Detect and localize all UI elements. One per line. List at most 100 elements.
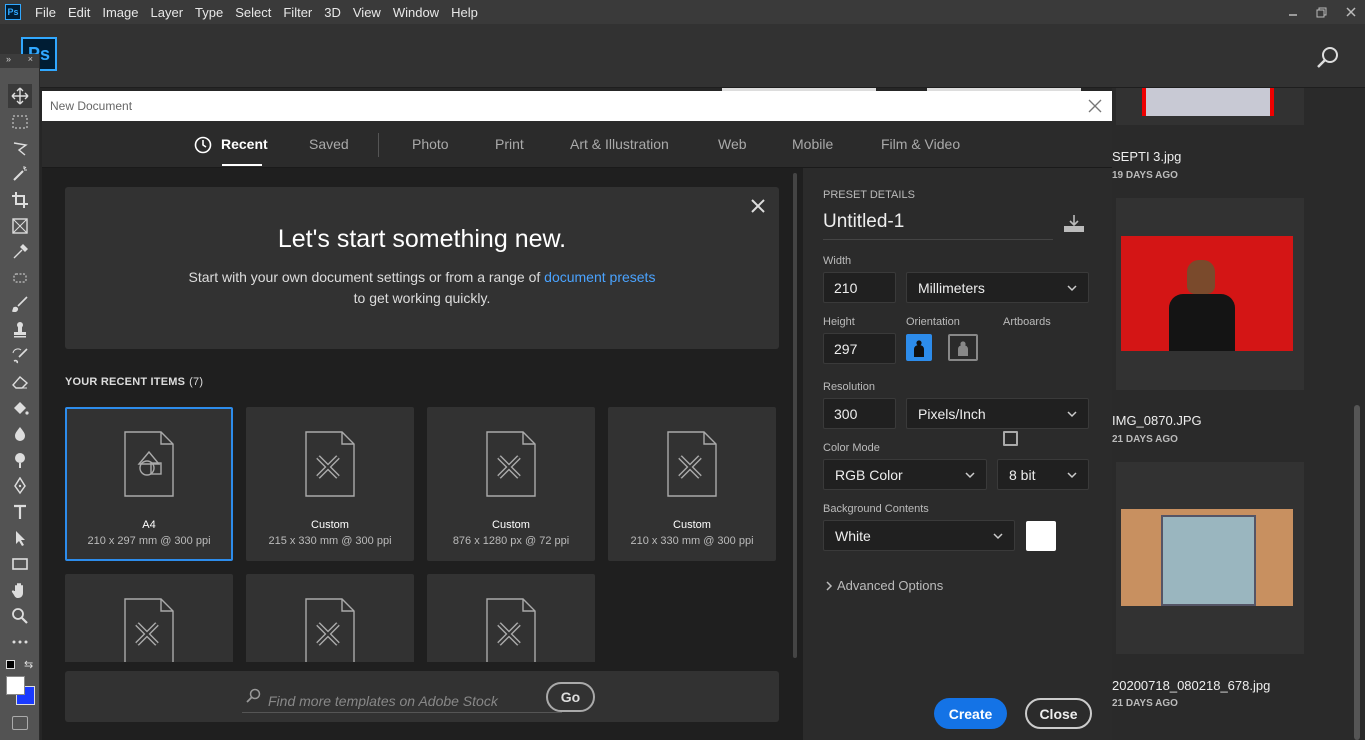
history-brush-tool-icon[interactable] bbox=[8, 344, 32, 368]
eyedropper-tool-icon[interactable] bbox=[8, 240, 32, 264]
foreground-color-swatch[interactable] bbox=[6, 676, 25, 695]
default-colors-icon[interactable] bbox=[6, 660, 15, 669]
hand-tool-icon[interactable] bbox=[8, 578, 32, 602]
swap-colors-icon[interactable]: ⇆ bbox=[24, 658, 33, 671]
lasso-tool-icon[interactable] bbox=[8, 136, 32, 160]
menu-help[interactable]: Help bbox=[445, 5, 484, 20]
magic-wand-tool-icon[interactable] bbox=[8, 162, 32, 186]
menu-layer[interactable]: Layer bbox=[145, 5, 190, 20]
height-input[interactable]: 297 bbox=[823, 333, 896, 364]
move-tool-icon[interactable] bbox=[8, 84, 32, 108]
custom-document-icon bbox=[305, 598, 355, 662]
width-unit-value: Millimeters bbox=[918, 279, 985, 296]
recent-file-card[interactable] bbox=[1116, 462, 1304, 654]
recent-item-card[interactable]: Custom 876 x 1280 px @ 72 ppi bbox=[427, 407, 595, 561]
tab-photo[interactable]: Photo bbox=[412, 136, 449, 152]
orientation-label: Orientation bbox=[906, 316, 960, 328]
recent-items-scrollbar[interactable] bbox=[793, 173, 797, 658]
menu-image[interactable]: Image bbox=[96, 5, 144, 20]
menu-view[interactable]: View bbox=[347, 5, 387, 20]
healing-brush-tool-icon[interactable] bbox=[8, 266, 32, 290]
recent-file-name: 20200718_080218_678.jpg bbox=[1112, 678, 1271, 693]
menu-filter[interactable]: Filter bbox=[277, 5, 318, 20]
menu-edit[interactable]: Edit bbox=[62, 5, 96, 20]
expand-icon[interactable]: » bbox=[6, 54, 11, 68]
welcome-text: Start with your own document settings or… bbox=[65, 269, 779, 285]
create-button[interactable]: Create bbox=[934, 698, 1007, 729]
tab-print[interactable]: Print bbox=[495, 136, 524, 152]
eraser-tool-icon[interactable] bbox=[8, 370, 32, 394]
blur-tool-icon[interactable] bbox=[8, 422, 32, 446]
path-selection-tool-icon[interactable] bbox=[8, 526, 32, 550]
tab-saved[interactable]: Saved bbox=[309, 136, 349, 152]
tools-panel-header[interactable]: » × bbox=[0, 54, 39, 68]
close-banner-icon[interactable] bbox=[749, 197, 767, 215]
go-button[interactable]: Go bbox=[546, 682, 595, 712]
dodge-tool-icon[interactable] bbox=[8, 448, 32, 472]
menu-select[interactable]: Select bbox=[229, 5, 277, 20]
save-preset-icon[interactable] bbox=[1063, 214, 1085, 234]
resolution-unit-select[interactable]: Pixels/Inch bbox=[906, 398, 1089, 429]
background-color-swatch[interactable] bbox=[1026, 521, 1056, 551]
close-panel-icon[interactable]: × bbox=[28, 54, 33, 68]
recent-item-card[interactable] bbox=[246, 574, 414, 662]
color-mode-label: Color Mode bbox=[823, 442, 880, 454]
close-dialog-icon[interactable] bbox=[1086, 97, 1104, 115]
landscape-orientation-button[interactable] bbox=[948, 334, 978, 361]
recent-file-age: 21 DAYS AGO bbox=[1112, 434, 1178, 445]
crop-tool-icon[interactable] bbox=[8, 188, 32, 212]
recent-item-card[interactable] bbox=[427, 574, 595, 662]
custom-document-icon bbox=[124, 598, 174, 662]
close-button[interactable]: Close bbox=[1025, 698, 1092, 729]
recent-file-card[interactable] bbox=[1116, 198, 1304, 390]
preset-details-panel: PRESET DETAILS Untitled-1 Width 210 Mill… bbox=[803, 168, 1112, 740]
minimize-icon[interactable] bbox=[1278, 0, 1307, 24]
color-mode-select[interactable]: RGB Color bbox=[823, 459, 987, 490]
tab-mobile[interactable]: Mobile bbox=[792, 136, 833, 152]
welcome-banner: Let's start something new. Start with yo… bbox=[65, 187, 779, 349]
stock-search-input[interactable]: Find more templates on Adobe Stock bbox=[242, 683, 562, 713]
more-tools-icon[interactable] bbox=[8, 630, 32, 654]
bit-depth-select[interactable]: 8 bit bbox=[997, 459, 1089, 490]
frame-tool-icon[interactable] bbox=[8, 214, 32, 238]
advanced-options-toggle[interactable]: Advanced Options bbox=[825, 578, 943, 593]
rectangle-tool-icon[interactable] bbox=[8, 552, 32, 576]
photoshop-logo-icon: Ps bbox=[5, 4, 21, 20]
document-name-input[interactable]: Untitled-1 bbox=[823, 208, 1053, 240]
menu-3d[interactable]: 3D bbox=[318, 5, 347, 20]
type-tool-icon[interactable] bbox=[8, 500, 32, 524]
portrait-orientation-button[interactable] bbox=[906, 334, 932, 361]
paint-bucket-tool-icon[interactable] bbox=[8, 396, 32, 420]
tab-art-illustration[interactable]: Art & Illustration bbox=[570, 136, 669, 152]
brush-tool-icon[interactable] bbox=[8, 292, 32, 316]
resolution-input[interactable]: 300 bbox=[823, 398, 896, 429]
pen-tool-icon[interactable] bbox=[8, 474, 32, 498]
recent-item-card[interactable]: Custom 210 x 330 mm @ 300 ppi bbox=[608, 407, 776, 561]
artboards-checkbox[interactable] bbox=[1003, 431, 1018, 446]
window-controls bbox=[1278, 0, 1365, 24]
width-input[interactable]: 210 bbox=[823, 272, 896, 303]
recent-file-card[interactable] bbox=[1116, 88, 1304, 125]
search-icon[interactable] bbox=[1316, 46, 1340, 70]
color-mode-value: RGB Color bbox=[835, 466, 903, 483]
quick-mask-icon[interactable] bbox=[12, 716, 28, 730]
panel-scrollbar[interactable] bbox=[1354, 405, 1360, 740]
adobe-stock-search-bar: Find more templates on Adobe Stock Go bbox=[65, 671, 779, 722]
tab-film-video[interactable]: Film & Video bbox=[881, 136, 960, 152]
marquee-tool-icon[interactable] bbox=[8, 110, 32, 134]
tab-web[interactable]: Web bbox=[718, 136, 747, 152]
close-window-icon[interactable] bbox=[1336, 0, 1365, 24]
stamp-tool-icon[interactable] bbox=[8, 318, 32, 342]
background-contents-select[interactable]: White bbox=[823, 520, 1015, 551]
menu-file[interactable]: File bbox=[29, 5, 62, 20]
recent-item-card[interactable]: Custom 215 x 330 mm @ 300 ppi bbox=[246, 407, 414, 561]
restore-icon[interactable] bbox=[1307, 0, 1336, 24]
tab-recent[interactable]: Recent bbox=[221, 136, 268, 152]
menu-window[interactable]: Window bbox=[387, 5, 445, 20]
document-presets-link[interactable]: document presets bbox=[544, 269, 655, 285]
width-unit-select[interactable]: Millimeters bbox=[906, 272, 1089, 303]
recent-item-card[interactable] bbox=[65, 574, 233, 662]
recent-item-card[interactable]: A4 210 x 297 mm @ 300 ppi bbox=[65, 407, 233, 561]
menu-type[interactable]: Type bbox=[189, 5, 229, 20]
zoom-tool-icon[interactable] bbox=[8, 604, 32, 628]
